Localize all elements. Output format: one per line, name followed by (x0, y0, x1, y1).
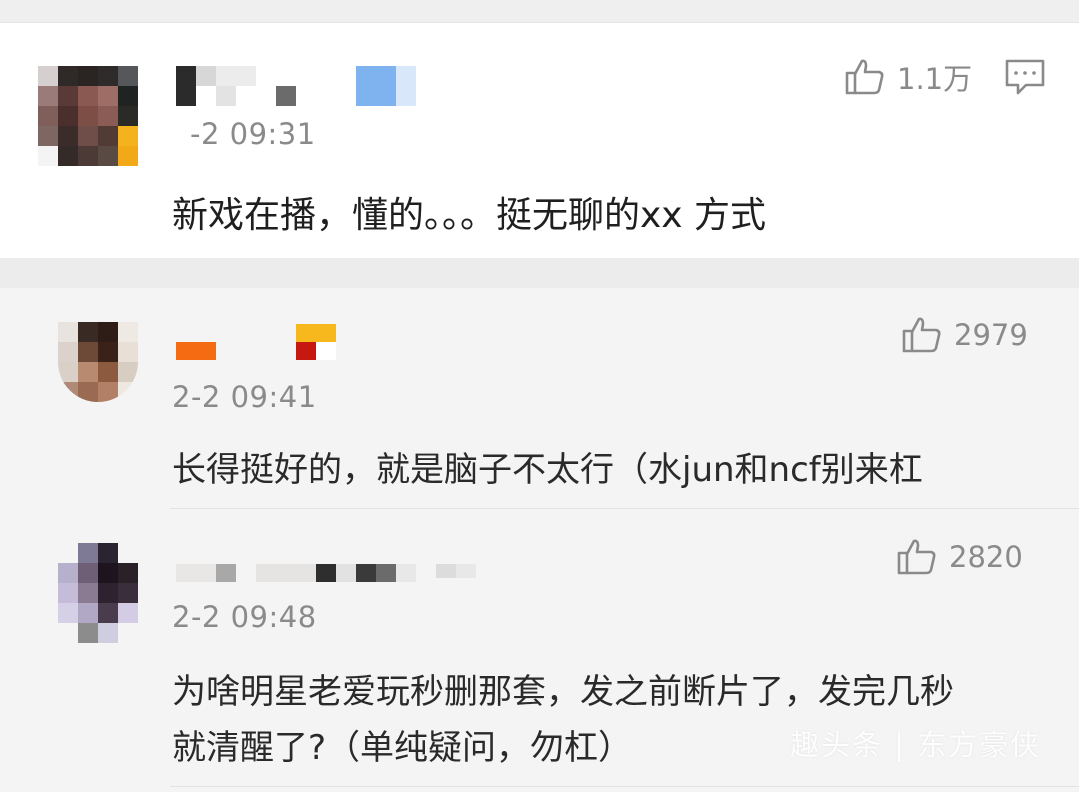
reply-timestamp: 2-2 09:41 (172, 380, 317, 414)
section-gap (0, 258, 1079, 288)
username-redacted[interactable] (176, 66, 416, 106)
like-count: 1.1万 (897, 62, 973, 96)
reply-text-line-2: 就清醒了?（单纯疑问，勿杠） (172, 728, 633, 768)
username-redacted[interactable] (176, 560, 476, 600)
thumbs-up-icon (845, 59, 884, 95)
thumbs-up-icon (897, 539, 936, 575)
divider (170, 786, 1079, 787)
comment-text: 新戏在播，懂的。。。挺无聊的xx 方式 (172, 195, 767, 236)
comment-timestamp: -2 09:31 (190, 117, 316, 151)
avatar[interactable] (58, 543, 138, 643)
avatar[interactable] (58, 322, 138, 402)
comment-icon[interactable] (1004, 58, 1046, 96)
avatar[interactable] (38, 66, 138, 166)
top-strip (0, 0, 1079, 23)
reply-timestamp: 2-2 09:48 (172, 600, 317, 634)
thumbs-up-icon (902, 317, 941, 353)
like-button[interactable]: 1.1万 (845, 56, 972, 98)
watermark: 趣头条 | 东方豪侠 (790, 728, 1042, 762)
like-count: 2820 (949, 540, 1023, 574)
like-button[interactable]: 2979 (902, 316, 1028, 354)
reply-text: 长得挺好的，就是脑子不太行（水jun和ncf别来杠 (172, 450, 923, 490)
divider (170, 508, 1079, 509)
like-count: 2979 (954, 318, 1028, 352)
like-button[interactable]: 2820 (897, 538, 1023, 576)
username-redacted[interactable] (176, 324, 338, 364)
reply-text-line-1: 为啥明星老爱玩秒删那套，发之前断片了，发完几秒 (172, 672, 954, 712)
